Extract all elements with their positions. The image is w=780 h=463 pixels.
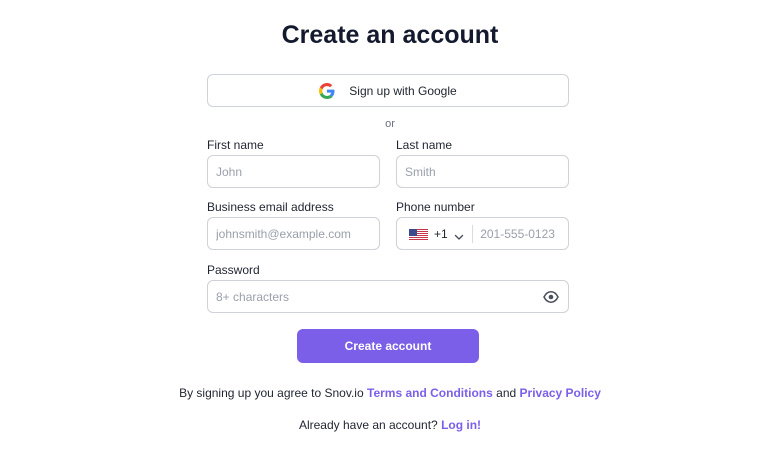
password-input[interactable] (208, 281, 543, 312)
page-title: Create an account (281, 21, 499, 49)
login-prompt: Already have an account? Log in! (0, 418, 780, 432)
dial-code: +1 (434, 226, 448, 241)
legal-prefix: By signing up you agree to Snov.io (179, 386, 364, 400)
create-account-button[interactable]: Create account (297, 329, 479, 363)
login-prompt-text: Already have an account? (298, 418, 438, 432)
password-field-wrapper (207, 280, 569, 313)
terms-link[interactable]: Terms and Conditions (367, 386, 493, 400)
last-name-input[interactable] (397, 156, 568, 187)
email-field-wrapper (207, 217, 380, 250)
phone-field-wrapper: +1 (396, 217, 569, 250)
email-label: Business email address (207, 200, 334, 214)
or-separator: or (385, 118, 395, 130)
first-name-label: First name (207, 138, 264, 152)
phone-input[interactable] (472, 218, 568, 249)
legal-text: By signing up you agree to Snov.io Terms… (0, 386, 780, 400)
email-input[interactable] (208, 218, 379, 249)
eye-icon[interactable] (543, 289, 559, 305)
chevron-down-icon (454, 229, 464, 240)
phone-label: Phone number (396, 200, 475, 214)
legal-middle: and (496, 386, 517, 400)
google-signup-button[interactable]: Sign up with Google (207, 74, 569, 107)
last-name-label: Last name (396, 138, 453, 152)
google-icon (319, 82, 335, 99)
us-flag-icon (409, 228, 428, 241)
privacy-link[interactable]: Privacy Policy (520, 386, 601, 400)
last-name-field-wrapper (396, 155, 569, 188)
password-label: Password (207, 263, 260, 277)
country-code-selector[interactable]: +1 (397, 218, 472, 249)
first-name-input[interactable] (208, 156, 379, 187)
google-signup-label: Sign up with Google (349, 83, 457, 98)
login-link[interactable]: Log in! (441, 418, 481, 432)
signup-page: Create an account Sign up with Google or… (0, 0, 780, 463)
first-name-field-wrapper (207, 155, 380, 188)
